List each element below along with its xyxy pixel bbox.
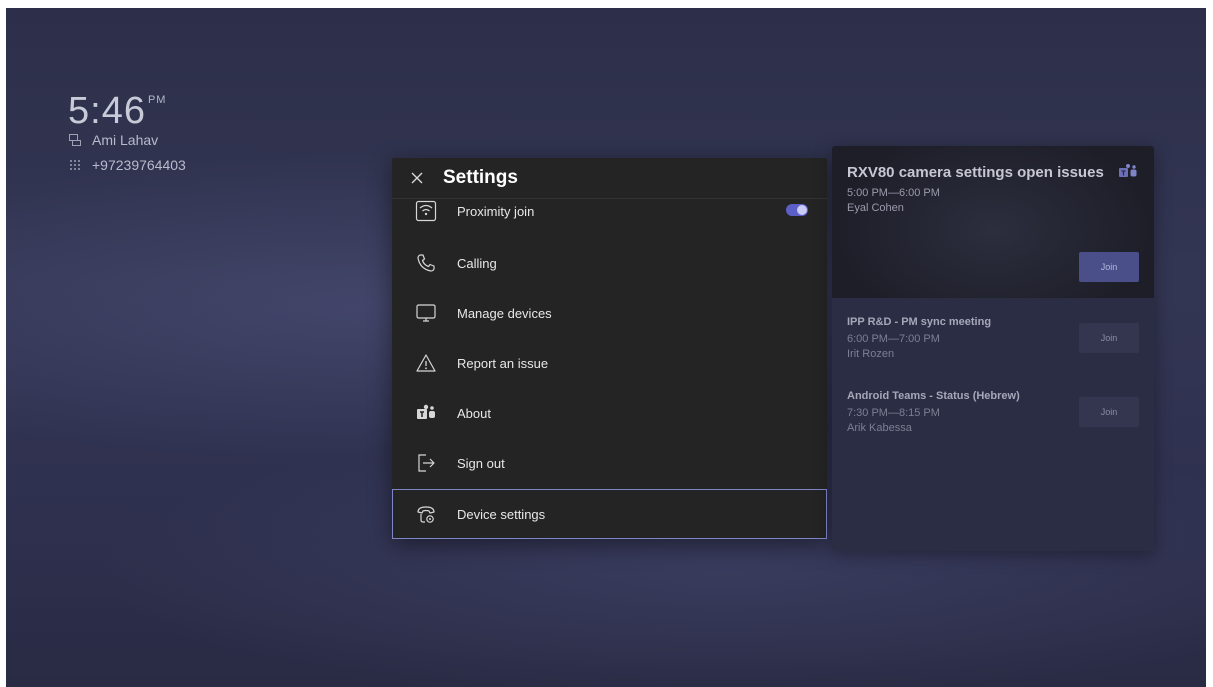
phone-number: +97239764403 [92,157,186,173]
meeting-title: Android Teams - Status (Hebrew) [847,390,1020,402]
user-info: Ami Lahav [68,132,158,148]
menu-label-proximity-join: Proximity join [457,204,535,219]
meeting-organizer: Eyal Cohen [847,202,904,214]
sign-out-icon [418,454,435,472]
dialpad-icon [70,160,80,170]
phone-icon [417,254,435,272]
meeting-list-item[interactable]: Android Teams - Status (Hebrew) 7:30 PM—… [832,390,1154,450]
menu-label-about: About [457,405,491,421]
meeting-time: 7:30 PM—8:15 PM [847,407,940,419]
clock-time: 5:46 [68,90,146,132]
meeting-title: RXV80 camera settings open issues [847,164,1104,181]
toggle-knob [797,205,807,215]
meeting-time: 6:00 PM—7:00 PM [847,333,940,345]
join-button[interactable]: Join [1079,397,1139,427]
phone-gear-icon [417,506,435,523]
warning-icon [416,354,436,372]
featured-meeting[interactable]: RXV80 camera settings open issues 5:00 P… [832,146,1154,298]
clock-ampm: PM [147,94,167,106]
meeting-organizer: Irit Rozen [847,348,895,360]
meeting-time: 5:00 PM—6:00 PM [847,187,940,199]
meetings-panel: RXV80 camera settings open issues 5:00 P… [832,146,1154,551]
menu-item-about[interactable]: About [392,389,827,437]
join-button[interactable]: Join [1079,252,1139,282]
join-button[interactable]: Join [1079,323,1139,353]
meeting-organizer: Arik Kabessa [847,422,912,434]
monitor-icon [416,304,436,322]
menu-item-proximity-join[interactable]: Proximity join [392,188,827,236]
clock: 5:46 PM [68,90,166,133]
menu-label-calling: Calling [457,255,497,271]
teams-icon [1119,164,1137,177]
menu-item-sign-out[interactable]: Sign out [392,439,827,487]
wifi-box-icon [415,200,437,222]
meeting-title: IPP R&D - PM sync meeting [847,316,992,328]
proximity-join-toggle[interactable] [786,204,808,216]
phone-info: +97239764403 [68,157,186,173]
menu-label-manage-devices: Manage devices [457,305,552,321]
menu-label-device-settings: Device settings [457,506,546,522]
settings-title: Settings [443,167,518,188]
close-button[interactable] [407,168,427,188]
menu-label-report-issue: Report an issue [457,355,549,371]
menu-item-manage-devices[interactable]: Manage devices [392,289,827,337]
menu-item-calling[interactable]: Calling [392,239,827,287]
account-icon [69,134,81,146]
close-icon [411,172,423,184]
meeting-list-item[interactable]: IPP R&D - PM sync meeting 6:00 PM—7:00 P… [832,316,1154,376]
menu-item-report-issue[interactable]: Report an issue [392,339,827,387]
menu-label-sign-out: Sign out [457,455,505,471]
user-name: Ami Lahav [92,132,159,148]
settings-panel: Settings Proximity join Calling Manage d… [392,158,827,539]
menu-item-device-settings[interactable]: Device settings [392,489,827,539]
teams-icon [417,404,435,419]
